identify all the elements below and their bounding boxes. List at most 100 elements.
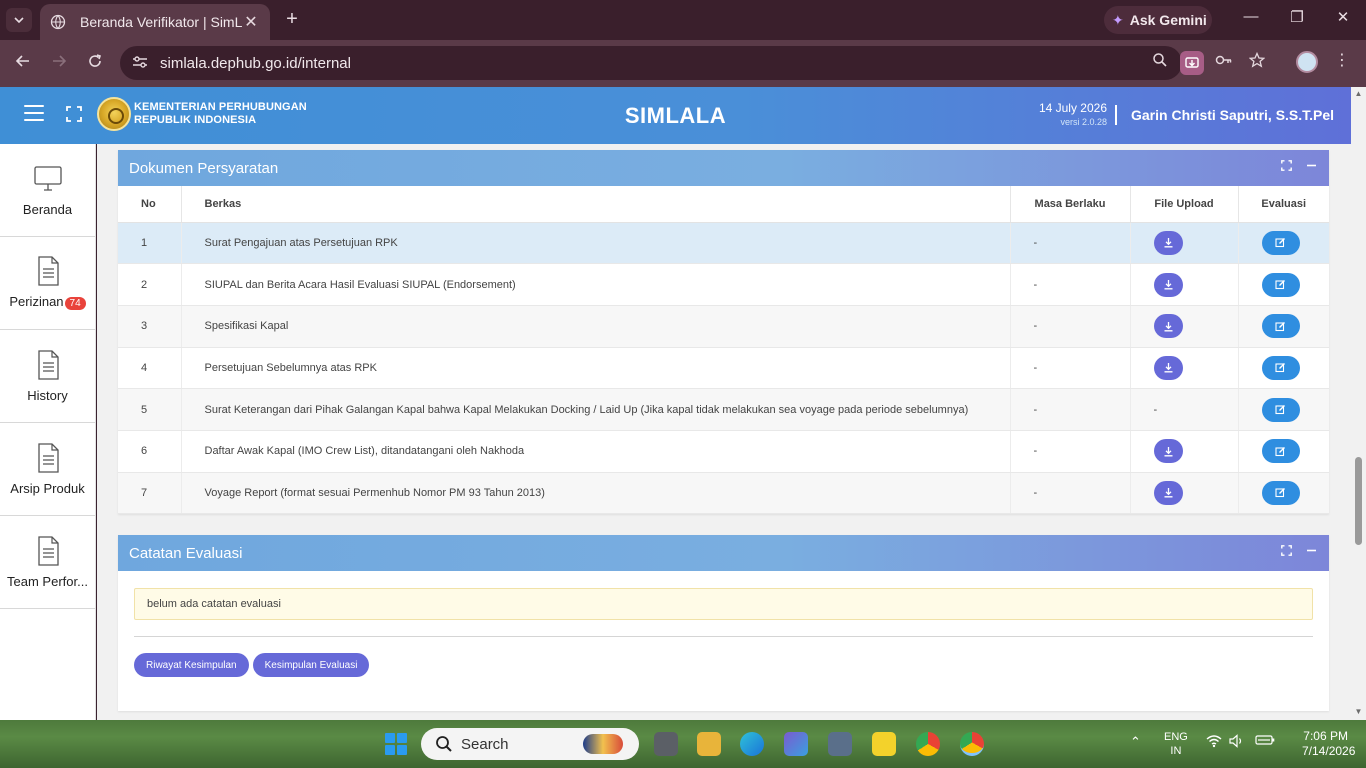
tab-close-button[interactable]: ✕ (242, 12, 260, 32)
chevron-down-icon (14, 17, 24, 24)
browser-menu-icon[interactable]: ⋮ (1334, 50, 1350, 70)
browser-tab-active[interactable]: Beranda Verifikator | SimLala ✕ (40, 4, 270, 40)
download-button[interactable] (1153, 314, 1183, 339)
column-header-evaluasi: Evaluasi (1238, 186, 1329, 223)
cell-masa-berlaku: - (1010, 347, 1131, 390)
header-separator (1115, 105, 1117, 125)
tab-search-button[interactable] (6, 8, 32, 32)
sidebar-item-label: Beranda (22, 201, 73, 217)
install-app-icon[interactable] (1180, 51, 1204, 75)
cell-berkas: Spesifikasi Kapal (181, 305, 1011, 348)
kesimpulan-evaluasi-button[interactable]: Kesimpulan Evaluasi (252, 653, 370, 677)
address-bar[interactable]: simlala.dephub.go.id/internal (120, 46, 1182, 80)
sidebar-item-label: History (27, 387, 68, 403)
documents-card-header: Dokumen Persyaratan (118, 150, 1329, 186)
evaluate-edit-button[interactable] (1261, 314, 1300, 339)
cell-masa-berlaku: - (1010, 388, 1131, 431)
app-icon[interactable] (784, 732, 808, 756)
documents-table: No Berkas Masa Berlaku File Upload Evalu… (118, 186, 1329, 515)
maximize-button[interactable]: ❐ (1282, 8, 1312, 26)
download-button[interactable] (1153, 355, 1183, 380)
cell-no: 7 (118, 472, 182, 515)
tray-chevron-up-icon[interactable]: ⌃ (1130, 734, 1141, 750)
globe-icon (50, 14, 66, 30)
expand-icon[interactable] (1281, 160, 1292, 171)
evaluation-card-title: Catatan Evaluasi (129, 544, 243, 562)
cell-berkas: Persetujuan Sebelumnya atas RPK (181, 347, 1011, 390)
cell-evaluasi (1238, 305, 1329, 348)
chrome-icon[interactable] (916, 732, 940, 756)
sidebar-item-history[interactable]: History (0, 330, 95, 423)
profile-avatar[interactable] (1296, 51, 1318, 73)
table-row: 5 Surat Keterangan dari Pihak Galangan Ka… (118, 388, 1329, 431)
evaluate-edit-button[interactable] (1261, 439, 1300, 464)
collapse-minus-icon[interactable] (1306, 160, 1317, 171)
site-info-icon[interactable] (132, 55, 150, 72)
sidebar-item-beranda[interactable]: Beranda (0, 144, 95, 237)
document-icon (37, 256, 59, 287)
sidebar-item-perizinan[interactable]: Perizinan 74 (0, 237, 95, 330)
camera-app-icon[interactable] (828, 732, 852, 756)
bookmark-star-icon[interactable] (1245, 51, 1269, 73)
expand-icon[interactable] (1281, 545, 1292, 556)
main-content: Dokumen Persyaratan No Berkas Masa Berla… (97, 144, 1351, 720)
scrollbar-thumb[interactable] (1355, 457, 1362, 545)
minimize-button[interactable]: — (1236, 8, 1266, 25)
cell-file-upload (1130, 430, 1239, 473)
cell-evaluasi (1238, 472, 1329, 515)
battery-icon[interactable] (1255, 734, 1275, 749)
scroll-down-arrow-icon[interactable]: ▼ (1354, 707, 1363, 716)
sticky-notes-icon[interactable] (872, 732, 896, 756)
cell-evaluasi (1238, 430, 1329, 473)
download-button[interactable] (1153, 272, 1183, 297)
close-window-button[interactable]: ✕ (1328, 8, 1358, 26)
user-name[interactable]: Garin Christi Saputri, S.S.T.Pel (1131, 107, 1334, 123)
download-button[interactable] (1153, 439, 1183, 464)
edit-icon (1275, 404, 1286, 415)
windows-start-icon[interactable] (385, 733, 407, 755)
task-view-icon[interactable] (654, 732, 678, 756)
document-icon (37, 349, 59, 380)
forward-button[interactable] (47, 52, 71, 76)
url-text: simlala.dephub.go.id/internal (160, 54, 351, 72)
zoom-icon[interactable] (1148, 52, 1172, 73)
evaluate-edit-button[interactable] (1261, 355, 1300, 380)
ask-gemini-button[interactable]: ✦ Ask Gemini (1104, 6, 1212, 34)
volume-icon[interactable] (1229, 734, 1245, 751)
cell-no: 6 (118, 430, 182, 473)
riwayat-kesimpulan-button[interactable]: Riwayat Kesimpulan (134, 653, 249, 677)
cell-masa-berlaku: - (1010, 430, 1131, 473)
reload-button[interactable] (83, 52, 107, 76)
documents-card: Dokumen Persyaratan No Berkas Masa Berla… (118, 150, 1329, 515)
evaluate-edit-button[interactable] (1261, 397, 1300, 422)
sidebar-item-team-performance[interactable]: Team Perfor... (0, 516, 95, 609)
chrome-profile-icon[interactable] (960, 732, 984, 756)
evaluate-edit-button[interactable] (1261, 480, 1300, 505)
edit-icon (1275, 362, 1286, 373)
taskbar-search[interactable]: Search (421, 728, 639, 760)
system-clock[interactable]: 7:06 PM 7/14/2026 (1302, 729, 1355, 759)
taskbar-search-label: Search (461, 735, 509, 753)
evaluation-note: belum ada catatan evaluasi (134, 588, 1313, 620)
password-key-icon[interactable] (1212, 52, 1236, 73)
evaluate-edit-button[interactable] (1261, 230, 1300, 255)
search-highlight-icon (582, 734, 623, 754)
collapse-minus-icon[interactable] (1306, 545, 1317, 556)
edit-icon (1275, 279, 1286, 290)
new-tab-button[interactable]: + (282, 8, 302, 32)
page-scrollbar[interactable]: ▲ ▼ (1351, 87, 1366, 720)
scroll-up-arrow-icon[interactable]: ▲ (1354, 89, 1363, 98)
sidebar-item-arsip-produk[interactable]: Arsip Produk (0, 423, 95, 516)
cell-no: 3 (118, 305, 182, 348)
cell-berkas: SIUPAL dan Berita Acara Hasil Evaluasi S… (181, 263, 1011, 306)
file-explorer-icon[interactable] (697, 732, 721, 756)
download-button[interactable] (1153, 230, 1183, 255)
column-header-masa-berlaku: Masa Berlaku (1010, 186, 1131, 223)
edge-browser-icon[interactable] (740, 732, 764, 756)
header-date: 14 July 2026 (1038, 101, 1107, 115)
language-indicator[interactable]: ENG IN (1164, 730, 1188, 758)
wifi-icon[interactable] (1206, 734, 1222, 751)
back-button[interactable] (11, 52, 35, 76)
evaluate-edit-button[interactable] (1261, 272, 1300, 297)
download-button[interactable] (1153, 480, 1183, 505)
